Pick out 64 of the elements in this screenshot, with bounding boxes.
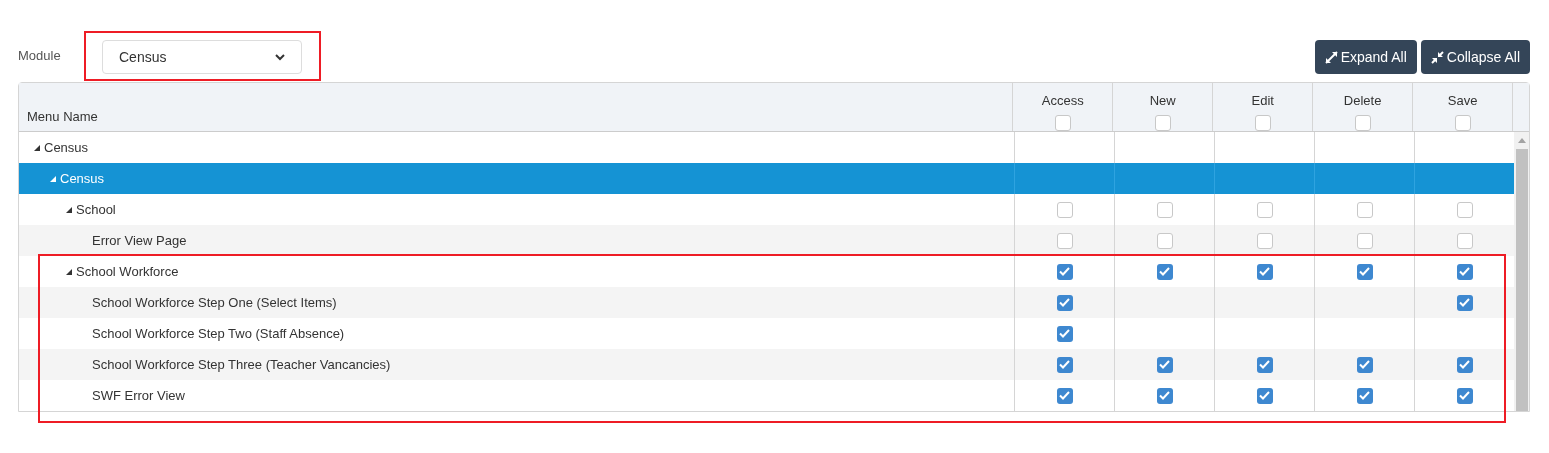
checkbox[interactable] xyxy=(1056,356,1073,373)
menu-name: SWF Error View xyxy=(92,386,185,405)
column-header: Edit xyxy=(1251,92,1274,110)
column-header: New xyxy=(1149,92,1176,110)
checkbox[interactable] xyxy=(1356,387,1373,404)
checkbox[interactable] xyxy=(1156,201,1173,218)
checkbox[interactable] xyxy=(1254,114,1271,131)
column-header: Access xyxy=(1041,92,1084,110)
menu-name: Census xyxy=(60,169,105,188)
checkbox[interactable] xyxy=(1354,114,1371,131)
module-label: Module xyxy=(18,47,62,65)
menu-name: Error View Page xyxy=(92,231,187,250)
checkbox[interactable] xyxy=(1454,114,1471,131)
checkbox[interactable] xyxy=(1356,356,1373,373)
column-header: Delete xyxy=(1343,92,1382,110)
expanded-triangle-icon[interactable] xyxy=(66,206,72,213)
checkbox[interactable] xyxy=(1156,263,1173,280)
collapse-all-button[interactable]: Collapse All xyxy=(1420,40,1530,74)
checkbox[interactable] xyxy=(1356,232,1373,249)
expanded-triangle-icon[interactable] xyxy=(66,268,72,275)
checkbox[interactable] xyxy=(1256,263,1273,280)
checkbox[interactable] xyxy=(1054,114,1071,131)
chevron-down-icon xyxy=(275,53,285,61)
checkbox[interactable] xyxy=(1156,387,1173,404)
checkbox[interactable] xyxy=(1256,356,1273,373)
checkbox[interactable] xyxy=(1356,263,1373,280)
menu-name: School Workforce Step One (Select Items) xyxy=(92,293,337,312)
tree-row[interactable]: Error View Page xyxy=(19,225,1514,256)
column-header: Menu Name xyxy=(27,107,98,126)
checkbox[interactable] xyxy=(1156,232,1173,249)
menu-name: School Workforce xyxy=(76,262,179,281)
checkbox[interactable] xyxy=(1056,232,1073,249)
checkbox[interactable] xyxy=(1056,325,1073,342)
tree-row[interactable]: School Workforce Step One (Select Items) xyxy=(19,287,1514,318)
checkbox[interactable] xyxy=(1456,232,1473,249)
module-select[interactable]: Census xyxy=(102,40,302,74)
checkbox[interactable] xyxy=(1154,114,1171,131)
checkbox[interactable] xyxy=(1456,263,1473,280)
checkbox[interactable] xyxy=(1056,201,1073,218)
scrollbar[interactable] xyxy=(1514,132,1529,411)
expand-all-button[interactable]: Expand All xyxy=(1314,40,1417,74)
checkbox[interactable] xyxy=(1456,387,1473,404)
checkbox[interactable] xyxy=(1256,387,1273,404)
checkbox[interactable] xyxy=(1256,201,1273,218)
scroll-up-icon[interactable] xyxy=(1517,138,1526,143)
menu-name: School Workforce Step Three (Teacher Vancancies) xyxy=(92,355,391,374)
checkbox[interactable] xyxy=(1256,232,1273,249)
expand-arrows-icon xyxy=(1324,50,1338,64)
tree-row[interactable]: School Workforce Step Three (Teacher Vancancies) xyxy=(19,349,1514,380)
checkbox[interactable] xyxy=(1156,356,1173,373)
expanded-triangle-icon[interactable] xyxy=(34,144,40,151)
checkbox[interactable] xyxy=(1456,294,1473,311)
menu-name: School xyxy=(76,200,116,219)
checkbox[interactable] xyxy=(1356,201,1373,218)
checkbox[interactable] xyxy=(1456,356,1473,373)
checkbox[interactable] xyxy=(1056,387,1073,404)
menu-name: Census xyxy=(44,138,89,157)
checkbox[interactable] xyxy=(1456,201,1473,218)
menu-name: School Workforce Step Two (Staff Absence) xyxy=(92,324,345,343)
checkbox[interactable] xyxy=(1056,294,1073,311)
collapse-arrows-icon xyxy=(1430,50,1444,64)
scroll-thumb[interactable] xyxy=(1515,149,1528,411)
column-header: Save xyxy=(1447,92,1478,110)
checkbox[interactable] xyxy=(1056,263,1073,280)
